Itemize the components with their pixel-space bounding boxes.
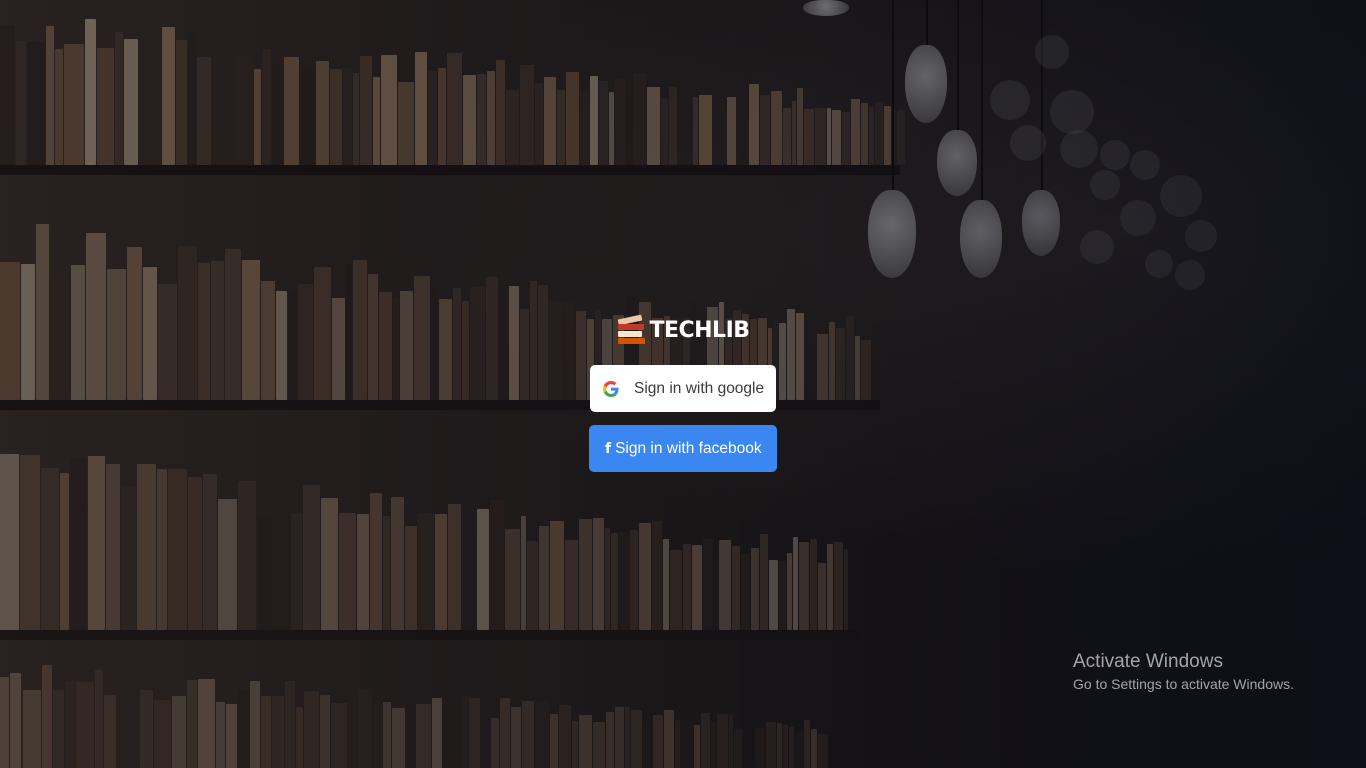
google-signin-button[interactable]: Sign in with google: [590, 365, 776, 412]
brand-logo: TECHLIB: [589, 310, 777, 350]
activate-windows-watermark: Activate Windows Go to Settings to activ…: [1073, 651, 1294, 695]
brand-name: TECHLIB: [649, 317, 750, 343]
books-stack-icon: [616, 314, 648, 345]
google-g-icon: [603, 380, 619, 397]
facebook-signin-button[interactable]: f Sign in with facebook: [589, 425, 777, 472]
facebook-f-icon: f: [605, 440, 612, 457]
login-page: TECHLIB Sign in with google f Sign in wi…: [0, 0, 1366, 768]
login-panel: TECHLIB Sign in with google f Sign in wi…: [589, 310, 777, 472]
activate-windows-subtitle: Go to Settings to activate Windows.: [1073, 676, 1294, 692]
facebook-signin-label: Sign in with facebook: [615, 439, 762, 457]
activate-windows-title: Activate Windows: [1073, 651, 1223, 672]
google-signin-label: Sign in with google: [634, 379, 765, 397]
